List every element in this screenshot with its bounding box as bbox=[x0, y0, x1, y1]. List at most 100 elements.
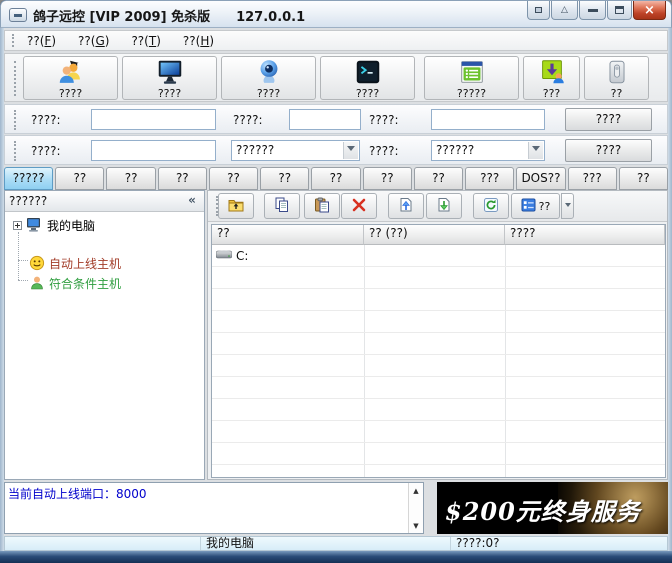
tab-13[interactable]: ?? bbox=[619, 167, 668, 190]
view-button[interactable]: ?? bbox=[511, 193, 560, 219]
tab-3[interactable]: ?? bbox=[106, 167, 155, 190]
chevron-down-icon[interactable] bbox=[343, 142, 358, 159]
copy-button[interactable] bbox=[264, 193, 300, 219]
upload-button[interactable] bbox=[388, 193, 424, 219]
file-panel: ?? ?? ?? (??) ???? C: bbox=[207, 190, 668, 480]
empty-row bbox=[212, 465, 665, 478]
toolbar-button-1[interactable]: ???? bbox=[23, 56, 118, 100]
tab-9[interactable]: ?? bbox=[414, 167, 463, 190]
host-tree-panel: ?????? « 我的电脑 自动上线主机 符合条件主机 bbox=[4, 190, 205, 480]
tree-item-my-computer[interactable]: 我的电脑 bbox=[13, 215, 95, 235]
restore-icon bbox=[615, 6, 624, 14]
menu-item-g[interactable]: ??(G) bbox=[71, 32, 116, 50]
delete-button[interactable] bbox=[341, 193, 377, 219]
refresh-button[interactable] bbox=[473, 193, 509, 219]
menu-item-t[interactable]: ??(T) bbox=[124, 32, 167, 50]
system-menu-icon[interactable] bbox=[9, 8, 27, 22]
tab-7[interactable]: ?? bbox=[311, 167, 360, 190]
row1-action-button[interactable]: ???? bbox=[565, 108, 652, 131]
row-gripper[interactable] bbox=[14, 141, 16, 161]
build-row: ????: ?????? ????: ?????? ???? bbox=[4, 135, 668, 165]
column-header-size[interactable]: ?? (??) bbox=[364, 225, 505, 245]
toolbar-button-3[interactable]: ???? bbox=[221, 56, 316, 100]
connect-row: ????: ????: ????: ???? bbox=[4, 104, 668, 134]
toolbar-button-4[interactable]: ???? bbox=[320, 56, 415, 100]
window-frame-bottom bbox=[0, 551, 672, 563]
minimize-button[interactable] bbox=[579, 1, 606, 20]
expand-icon[interactable] bbox=[13, 221, 22, 230]
menubar-gripper[interactable] bbox=[12, 34, 14, 47]
toolbar-button-label: ?? bbox=[611, 88, 623, 100]
field-label-4: ????: bbox=[31, 144, 61, 158]
pin-button[interactable] bbox=[527, 1, 550, 20]
file-list-header: ?? ?? (??) ???? bbox=[212, 225, 665, 245]
download-icon bbox=[436, 197, 452, 216]
tabstrip: ????? ?? ?? ?? ?? ?? ?? ?? ?? ??? DOS?? … bbox=[4, 167, 668, 190]
text-input-3[interactable] bbox=[431, 109, 545, 130]
webcam-icon bbox=[254, 57, 284, 87]
chevron-down-icon[interactable] bbox=[528, 142, 543, 159]
combo-box-1[interactable]: ?????? bbox=[231, 140, 360, 161]
tree-item-auto-online[interactable]: 自动上线主机 bbox=[29, 253, 121, 273]
main-toolbar: ???? ???? ???? ???? ????? ??? bbox=[4, 53, 668, 102]
column-header-type[interactable]: ???? bbox=[505, 225, 665, 245]
log-panel[interactable]: 当前自动上线端口：8000 ▲ ▼ bbox=[4, 482, 424, 534]
toolbar-button-6[interactable]: ??? bbox=[523, 56, 580, 100]
row2-action-button[interactable]: ???? bbox=[565, 139, 652, 162]
download-button[interactable] bbox=[426, 193, 462, 219]
toolbar-button-2[interactable]: ???? bbox=[122, 56, 217, 100]
scroll-up-icon[interactable]: ▲ bbox=[409, 484, 423, 497]
drive-label: C: bbox=[236, 249, 248, 263]
ad-banner[interactable]: $200元终身服务 bbox=[437, 482, 668, 534]
tab-5[interactable]: ?? bbox=[209, 167, 258, 190]
paste-button[interactable] bbox=[304, 193, 340, 219]
text-input-4[interactable] bbox=[91, 140, 216, 161]
view-dropdown-button[interactable] bbox=[561, 193, 574, 219]
text-input-1[interactable] bbox=[91, 109, 216, 130]
tab-8[interactable]: ?? bbox=[363, 167, 412, 190]
empty-row bbox=[212, 289, 665, 311]
restore-button[interactable] bbox=[607, 1, 632, 20]
tab-1[interactable]: ????? bbox=[4, 167, 53, 190]
empty-row bbox=[212, 399, 665, 421]
scroll-down-icon[interactable]: ▼ bbox=[409, 519, 423, 532]
toolbar-button-label: ???? bbox=[257, 88, 280, 100]
tree-header: ?????? « bbox=[5, 191, 204, 212]
field-label-5: ????: bbox=[369, 144, 399, 158]
folder-up-button[interactable] bbox=[218, 193, 254, 219]
titlebar: 鸽子远控 [VIP 2009] 免杀版127.0.0.1 △ × bbox=[0, 0, 672, 28]
close-button[interactable]: × bbox=[633, 1, 666, 20]
copy-icon bbox=[274, 197, 290, 216]
menu-item-f[interactable]: ??(F) bbox=[20, 32, 63, 50]
tab-dos[interactable]: DOS?? bbox=[516, 167, 565, 190]
tab-4[interactable]: ?? bbox=[158, 167, 207, 190]
menu-item-h[interactable]: ??(H) bbox=[176, 32, 221, 50]
status-pane-right: ????:0? bbox=[451, 537, 667, 550]
update-user-icon bbox=[537, 57, 567, 87]
triangle-up-icon: △ bbox=[561, 6, 568, 15]
upload-icon bbox=[398, 197, 414, 216]
table-row[interactable]: C: bbox=[212, 245, 665, 267]
toolbar-button-7[interactable]: ?? bbox=[584, 56, 649, 100]
tab-6[interactable]: ?? bbox=[260, 167, 309, 190]
toolbar-gripper[interactable] bbox=[14, 61, 16, 96]
toolbar-button-5[interactable]: ????? bbox=[424, 56, 519, 100]
combo-box-2[interactable]: ?????? bbox=[431, 140, 545, 161]
file-list[interactable]: ?? ?? (??) ???? C: bbox=[211, 224, 666, 478]
toolbar-button-label: ????? bbox=[457, 88, 486, 100]
tree-item-matching-hosts[interactable]: 符合条件主机 bbox=[29, 273, 121, 293]
host-tree: 我的电脑 自动上线主机 符合条件主机 bbox=[5, 212, 204, 217]
text-input-2[interactable] bbox=[289, 109, 361, 130]
empty-row bbox=[212, 333, 665, 355]
row-gripper[interactable] bbox=[14, 110, 16, 130]
column-header-name[interactable]: ?? bbox=[212, 225, 364, 245]
collapse-panel-button[interactable]: « bbox=[184, 193, 200, 209]
rollup-button[interactable]: △ bbox=[551, 1, 578, 20]
ad-text: $200元终身服务 bbox=[445, 492, 641, 527]
log-scrollbar[interactable]: ▲ ▼ bbox=[408, 483, 423, 533]
tab-10[interactable]: ??? bbox=[465, 167, 514, 190]
tab-2[interactable]: ?? bbox=[55, 167, 104, 190]
list-icon bbox=[457, 57, 487, 87]
tab-12[interactable]: ??? bbox=[568, 167, 617, 190]
person-icon bbox=[29, 275, 45, 291]
